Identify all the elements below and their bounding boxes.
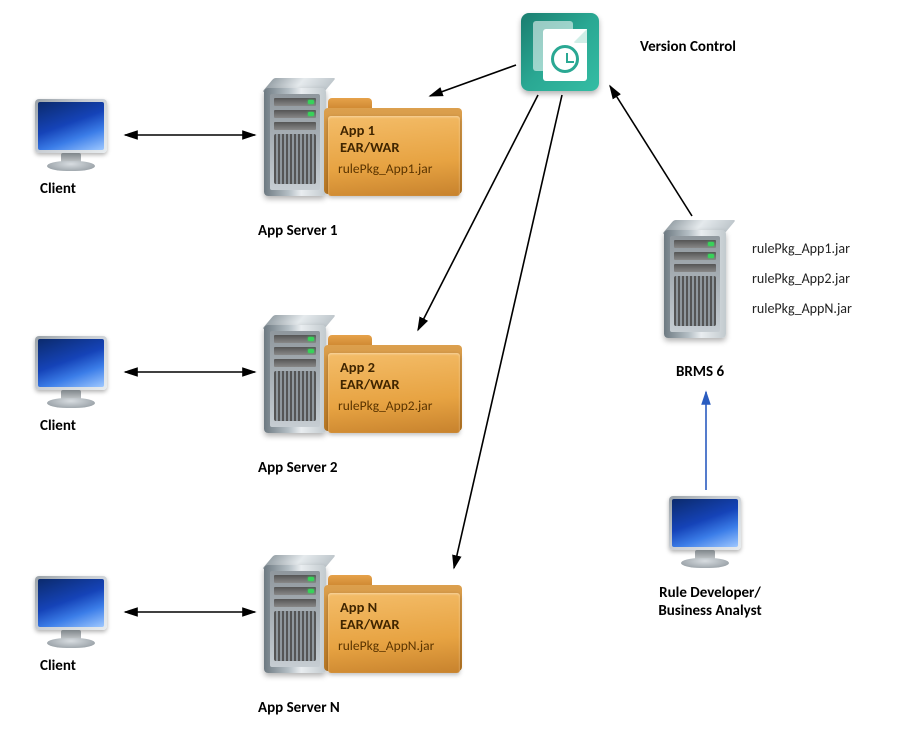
client-2-icon [35, 336, 115, 416]
version-control-label: Version Control [640, 38, 736, 56]
brms-server-icon [664, 220, 742, 348]
app2-folder-file: rulePkg_App2.jar [338, 397, 432, 414]
app-server-n-folder: App NEAR/WAR rulePkg_AppN.jar [324, 575, 464, 675]
client-3-label: Client [40, 657, 76, 675]
rule-developer-icon [669, 496, 749, 576]
brms-file-1: rulePkg_App1.jar [752, 240, 850, 257]
app-server-2-label: App Server 2 [258, 459, 338, 477]
client-1-label: Client [40, 180, 76, 198]
app-server-n-label: App Server N [258, 699, 340, 717]
rule-developer-line2: Business Analyst [658, 602, 761, 620]
brms-file-3: rulePkg_AppN.jar [752, 300, 852, 317]
rule-developer-label: Rule Developer/ Business Analyst [600, 584, 820, 620]
brms-label: BRMS 6 [676, 363, 724, 381]
app-server-2-folder: App 2EAR/WAR rulePkg_App2.jar [324, 335, 464, 435]
appn-folder-file: rulePkg_AppN.jar [338, 637, 434, 654]
client-1-icon [35, 99, 115, 179]
app1-folder-title1: App 1 [340, 121, 375, 139]
app2-folder-title1: App 2 [340, 358, 375, 376]
client-2-label: Client [40, 417, 76, 435]
client-3-icon [35, 576, 115, 656]
appn-folder-title1: App N [340, 598, 377, 616]
app1-folder-title2: EAR/WAR [340, 138, 400, 156]
app-server-1-folder: App 1EAR/WAR rulePkg_App1.jar [324, 98, 464, 198]
brms-file-2: rulePkg_App2.jar [752, 270, 850, 287]
app-server-1-label: App Server 1 [258, 222, 338, 240]
appn-folder-title2: EAR/WAR [340, 615, 400, 633]
app1-folder-file: rulePkg_App1.jar [338, 160, 432, 177]
version-control-icon [521, 13, 599, 91]
rule-developer-line1: Rule Developer/ [659, 584, 761, 602]
app2-folder-title2: EAR/WAR [340, 375, 400, 393]
